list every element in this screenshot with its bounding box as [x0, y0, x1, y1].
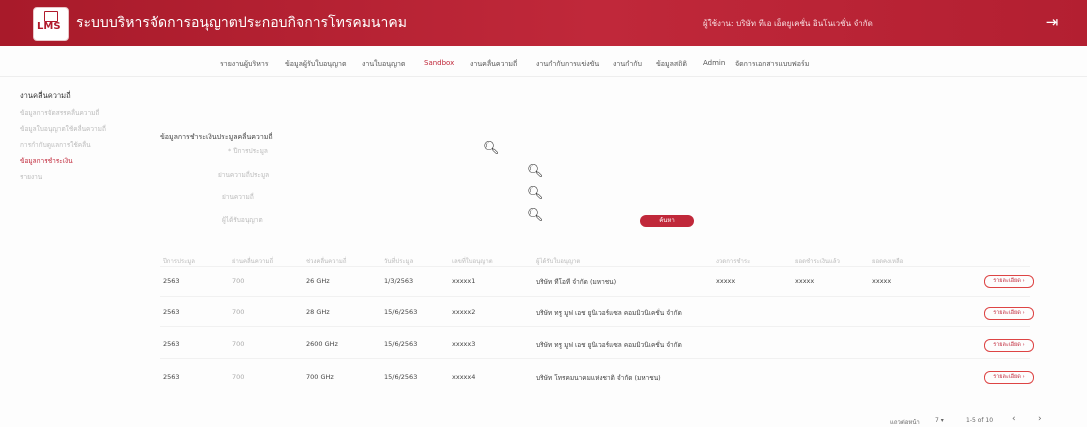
- row-divider: [160, 358, 1030, 359]
- detail-button[interactable]: รายละเอียด ›: [984, 307, 1034, 320]
- user-info: ผู้ใช้งาน: บริษัท ทีเอ เอ็ดยูเคชั่น อินโ…: [703, 19, 873, 28]
- detail-button-label: รายละเอียด: [993, 278, 1021, 284]
- column-header-balance: ยอดคงเหลือ: [872, 258, 904, 265]
- cell-range: 26 GHz: [306, 277, 330, 285]
- cell-balance: xxxxx: [872, 277, 892, 285]
- cell-licensee: บริษัท ทรู มูฟ เอช ยูนิเวอร์แซล คอมมิวนิ…: [536, 341, 682, 349]
- next-page-button[interactable]: ›: [1038, 414, 1042, 424]
- cell-year: 2563: [163, 277, 180, 285]
- sidebar-item-payment[interactable]: ข้อมูลการชำระเงิน: [20, 156, 160, 166]
- cell-license: xxxxx3: [452, 340, 476, 348]
- nav-item-admin[interactable]: Admin: [703, 59, 725, 67]
- column-header-range: ช่วงคลื่นความถี่: [306, 258, 347, 265]
- cell-licensee: บริษัท โทรคมนาคมแห่งชาติ จำกัด (มหาชน): [536, 374, 661, 382]
- column-header-band: ย่านคลื่นความถี่: [232, 258, 274, 265]
- search-icon[interactable]: 🔍︎: [527, 187, 544, 200]
- search-icon[interactable]: 🔍︎: [527, 209, 544, 222]
- nav-item-sandbox[interactable]: Sandbox: [424, 59, 454, 67]
- nav-item-license[interactable]: งานใบอนุญาต: [362, 59, 405, 70]
- cell-range: 2600 GHz: [306, 340, 338, 348]
- cell-date: 1/3/2563: [384, 277, 414, 285]
- cell-date: 15/6/2563: [384, 340, 418, 348]
- row-divider: [160, 266, 1030, 267]
- search-button[interactable]: ค้นหา: [640, 215, 694, 227]
- licensee-label: ผู้ได้รับอนุญาต: [222, 216, 263, 224]
- column-header-installment: งวดการชำระ: [716, 258, 751, 265]
- column-header-licensee: ผู้ได้รับใบอนุญาต: [536, 258, 581, 265]
- cell-paid: xxxxx: [795, 277, 815, 285]
- cell-licensee: บริษัท ทีโอที จำกัด (มหาชน): [536, 278, 617, 286]
- detail-button[interactable]: รายละเอียด ›: [984, 371, 1034, 384]
- nav-item-spectrum[interactable]: งานคลื่นความถี่: [470, 59, 517, 70]
- cell-license: xxxxx4: [452, 373, 476, 381]
- sidebar-item-license-info[interactable]: ข้อมูลใบอนุญาตใช้คลื่นความถี่: [20, 124, 160, 134]
- cell-band: 700: [232, 277, 245, 285]
- auction-year-label: * ปีการประมูล: [228, 147, 268, 155]
- top-header: LMS ระบบบริหารจัดการอนุญาตประกอบกิจการโท…: [0, 0, 1087, 46]
- cell-installment: xxxxx: [716, 277, 736, 285]
- cell-date: 15/6/2563: [384, 373, 418, 381]
- sidebar: งานคลื่นความถี่ ข้อมูลการจัดสรรคลื่นความ…: [20, 90, 160, 182]
- nav-item-competition[interactable]: งานกำกับการแข่งขัน: [536, 59, 599, 70]
- rows-per-page-select[interactable]: 7 ▾: [935, 417, 944, 424]
- cell-range: 700 GHz: [306, 373, 334, 381]
- app-title: ระบบบริหารจัดการอนุญาตประกอบกิจการโทรคมน…: [76, 15, 407, 31]
- cell-range: 28 GHz: [306, 308, 330, 316]
- auction-band-label: ย่านความถี่ประมูล: [218, 171, 270, 179]
- prev-page-button[interactable]: ‹: [1012, 414, 1016, 424]
- row-divider: [160, 296, 1030, 297]
- main-nav: รายงานผู้บริหาร ข้อมูลผู้รับใบอนุญาต งาน…: [0, 50, 1087, 77]
- rows-per-page-value: 7: [935, 417, 939, 424]
- sidebar-item-supervision[interactable]: การกำกับดูแลการใช้คลื่น: [20, 140, 160, 150]
- cell-date: 15/6/2563: [384, 308, 418, 316]
- search-icon[interactable]: 🔍︎: [483, 142, 500, 155]
- detail-button-label: รายละเอียด: [993, 342, 1021, 348]
- cell-year: 2563: [163, 308, 180, 316]
- app-logo[interactable]: LMS: [33, 7, 69, 41]
- rows-per-page-label: แถวต่อหน้า: [890, 419, 920, 426]
- nav-item-documents[interactable]: จัดการเอกสารแบบฟอร์ม: [735, 59, 809, 70]
- nav-item-executive-report[interactable]: รายงานผู้บริหาร: [220, 59, 269, 70]
- column-header-year: ปีการประมูล: [163, 258, 195, 265]
- cell-licensee: บริษัท ทรู มูฟ เอช ยูนิเวอร์แซล คอมมิวนิ…: [536, 309, 682, 317]
- nav-item-statistics[interactable]: ข้อมูลสถิติ: [656, 59, 687, 70]
- column-header-license: เลขที่ใบอนุญาต: [452, 258, 493, 265]
- column-header-paid: ยอดชำระเงินแล้ว: [795, 258, 840, 265]
- nav-item-regulation[interactable]: งานกำกับ: [613, 59, 642, 70]
- cell-license: xxxxx1: [452, 277, 476, 285]
- frequency-range-label: ย่านความถี่: [222, 193, 254, 201]
- detail-button[interactable]: รายละเอียด ›: [984, 275, 1034, 288]
- row-divider: [160, 326, 1030, 327]
- sidebar-item-report[interactable]: รายงาน: [20, 172, 160, 182]
- logout-icon[interactable]: ⇥: [1044, 13, 1060, 31]
- detail-button-label: รายละเอียด: [993, 310, 1021, 316]
- detail-button[interactable]: รายละเอียด ›: [984, 339, 1034, 352]
- page-range: 1-5 of 10: [966, 417, 994, 424]
- logo-text: LMS: [37, 21, 61, 32]
- sidebar-item-allocation[interactable]: ข้อมูลการจัดสรรคลื่นความถี่: [20, 108, 160, 118]
- detail-button-label: รายละเอียด: [993, 374, 1021, 380]
- cell-band: 700: [232, 340, 245, 348]
- page-title: ข้อมูลการชำระเงินประมูลคลื่นความถี่: [160, 133, 273, 141]
- nav-item-licensee-info[interactable]: ข้อมูลผู้รับใบอนุญาต: [285, 59, 347, 70]
- cell-year: 2563: [163, 373, 180, 381]
- cell-band: 700: [232, 308, 245, 316]
- cell-year: 2563: [163, 340, 180, 348]
- sidebar-title: งานคลื่นความถี่: [20, 91, 71, 100]
- column-header-date: วันที่ประมูล: [384, 258, 414, 265]
- cell-band: 700: [232, 373, 245, 381]
- search-icon[interactable]: 🔍︎: [527, 165, 544, 178]
- cell-license: xxxxx2: [452, 308, 476, 316]
